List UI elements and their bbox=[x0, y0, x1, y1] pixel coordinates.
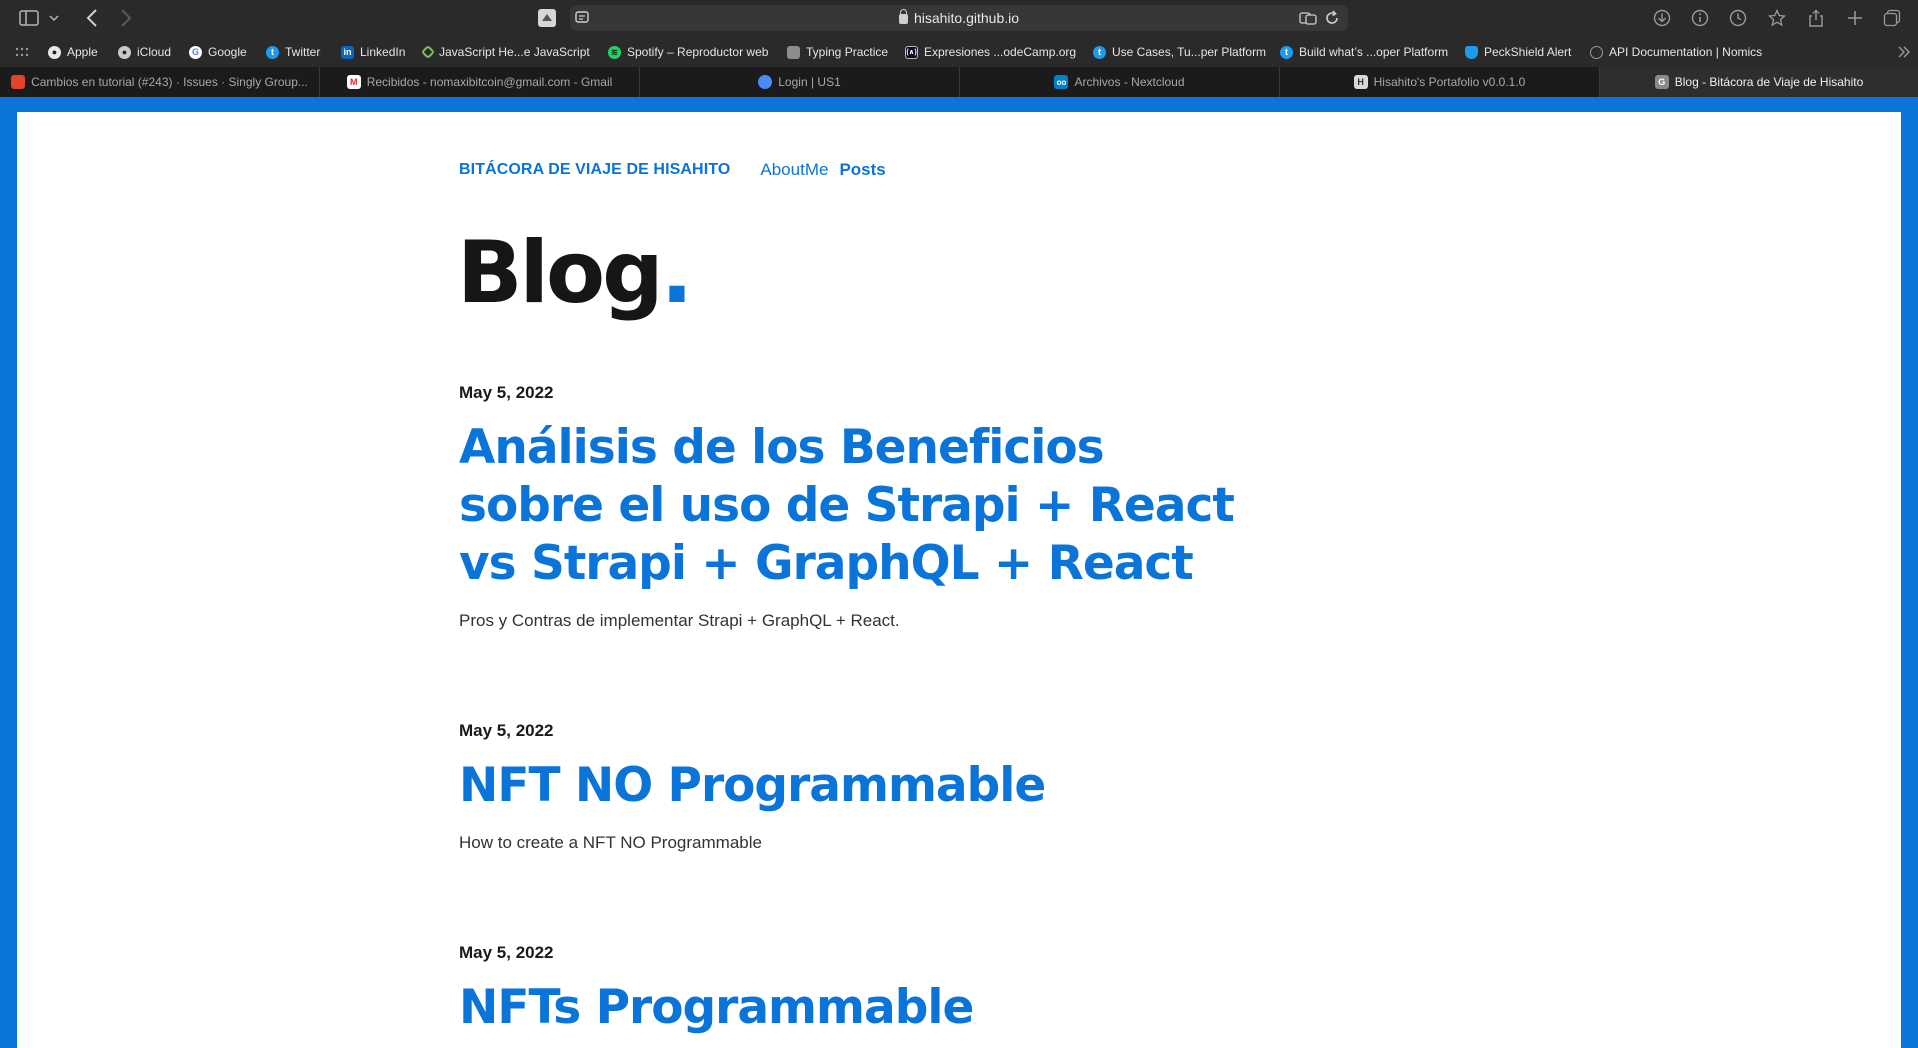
linkedin-icon: in bbox=[341, 45, 354, 59]
tab-label: Cambios en tutorial (#243) · Issues · Si… bbox=[31, 75, 308, 89]
bookmark-label: Use Cases, Tu...per Platform bbox=[1112, 45, 1267, 59]
tab-label: Recibidos - nomaxibitcoin@gmail.com - Gm… bbox=[366, 75, 613, 89]
bookmark-star-icon[interactable] bbox=[1767, 8, 1787, 28]
download-icon[interactable] bbox=[1652, 8, 1672, 28]
tab-gitlab-issues[interactable]: Cambios en tutorial (#243) · Issues · Si… bbox=[0, 67, 320, 97]
chevron-down-icon[interactable] bbox=[48, 8, 60, 28]
portfolio-icon: H bbox=[1353, 75, 1368, 89]
history-icon[interactable] bbox=[1728, 8, 1748, 28]
page-title: Blog. bbox=[457, 230, 693, 316]
bookmark-typing[interactable]: Typing Practice bbox=[787, 43, 888, 61]
bookmark-linkedin[interactable]: in LinkedIn bbox=[341, 43, 405, 61]
bookmark-label: Typing Practice bbox=[806, 45, 889, 59]
bookmark-nomics[interactable]: API Documentation | Nomics bbox=[1590, 43, 1762, 61]
post-description: Pros y Contras de implementar Strapi + G… bbox=[459, 611, 900, 630]
tab-label: Hisahito's Portafolio v0.0.1.0 bbox=[1373, 75, 1526, 89]
tab-nextcloud[interactable]: oo Archivos - Nextcloud bbox=[960, 67, 1280, 97]
page-title-dot: . bbox=[660, 223, 694, 323]
blog-icon: G bbox=[1654, 75, 1669, 89]
forward-icon[interactable] bbox=[116, 8, 136, 28]
twitter-icon: t bbox=[266, 45, 279, 59]
bookmark-twitter[interactable]: t Twitter bbox=[266, 43, 320, 61]
share-icon[interactable] bbox=[1806, 8, 1826, 28]
post-description: How to create a NFT NO Programmable bbox=[459, 833, 762, 852]
bookmark-google[interactable]: G Google bbox=[189, 43, 247, 61]
bookmark-label: Expresiones ...odeCamp.org bbox=[924, 45, 1077, 59]
bookmarks-bar: ● Apple ● iCloud G Google t Twitter in L… bbox=[0, 36, 1918, 67]
bookmark-javascript[interactable]: JavaScript He...e JavaScript bbox=[420, 43, 590, 61]
nextcloud-icon: oo bbox=[1054, 75, 1069, 89]
lock-icon bbox=[898, 9, 908, 24]
bookmark-label: PeckShield Alert bbox=[1484, 45, 1572, 59]
url-text[interactable]: hisahito.github.io bbox=[914, 10, 1019, 26]
nav-aboutme-link[interactable]: AboutMe bbox=[760, 160, 828, 180]
sidebar-toggle-icon[interactable] bbox=[19, 8, 39, 28]
shield-icon bbox=[1465, 45, 1478, 59]
bookmark-build[interactable]: t Build what’s ...oper Platform bbox=[1280, 43, 1448, 61]
browser-toolbar: hisahito.github.io bbox=[0, 0, 1918, 36]
post-date: May 5, 2022 bbox=[459, 383, 554, 402]
apple-icon: ● bbox=[48, 45, 61, 59]
tab-label: Archivos - Nextcloud bbox=[1074, 75, 1185, 89]
bookmark-label: Apple bbox=[67, 45, 98, 59]
site-nav: BITÁCORA DE VIAJE DE HISAHITO AboutMe Po… bbox=[459, 160, 886, 180]
post-item: May 5, 2022 Análisis de los Beneficios s… bbox=[459, 383, 1259, 631]
globe-icon bbox=[1590, 45, 1603, 59]
tab-overview-icon[interactable] bbox=[1882, 8, 1902, 28]
tab-label: Login | US1 bbox=[778, 75, 841, 89]
bookmark-label: Build what’s ...oper Platform bbox=[1299, 45, 1449, 59]
tab-blog[interactable]: G Blog - Bitácora de Viaje de Hisahito bbox=[1600, 67, 1918, 97]
tab-login[interactable]: Login | US1 bbox=[640, 67, 960, 97]
bookmark-label: LinkedIn bbox=[360, 45, 406, 59]
twitter-icon: t bbox=[1093, 45, 1106, 59]
bookmark-label: iCloud bbox=[137, 45, 172, 59]
post-date: May 5, 2022 bbox=[459, 943, 554, 962]
reload-icon[interactable] bbox=[1322, 8, 1342, 28]
apps-grid-icon[interactable] bbox=[12, 42, 32, 62]
bookmark-apple[interactable]: ● Apple bbox=[48, 43, 98, 61]
bookmark-use-cases[interactable]: t Use Cases, Tu...per Platform bbox=[1093, 43, 1266, 61]
bookmark-label: API Documentation | Nomics bbox=[1609, 45, 1763, 59]
page-title-text: Blog bbox=[457, 223, 664, 323]
login-icon bbox=[758, 75, 773, 89]
post-item: May 5, 2022 NFT NO Programmable How to c… bbox=[459, 721, 1259, 853]
gitlab-icon bbox=[11, 75, 26, 89]
info-icon[interactable] bbox=[1690, 8, 1710, 28]
tab-portfolio[interactable]: H Hisahito's Portafolio v0.0.1.0 bbox=[1280, 67, 1600, 97]
translate-icon[interactable] bbox=[1298, 8, 1318, 28]
bookmark-icloud[interactable]: ● iCloud bbox=[118, 43, 171, 61]
post-item: May 5, 2022 NFTs Programmable bbox=[459, 943, 1259, 1037]
back-icon[interactable] bbox=[82, 8, 102, 28]
tab-bar: Cambios en tutorial (#243) · Issues · Si… bbox=[0, 67, 1918, 97]
bookmark-peckshield[interactable]: PeckShield Alert bbox=[1465, 43, 1571, 61]
freecodecamp-icon: (∧) bbox=[905, 45, 918, 59]
bookmark-label: Google bbox=[208, 45, 247, 59]
bookmark-label: Twitter bbox=[285, 45, 321, 59]
page: BITÁCORA DE VIAJE DE HISAHITO AboutMe Po… bbox=[17, 112, 1901, 1048]
javascript-icon bbox=[420, 44, 436, 60]
spotify-icon: ≋ bbox=[608, 45, 621, 59]
nav-posts-link[interactable]: Posts bbox=[839, 160, 885, 180]
bookmark-spotify[interactable]: ≋ Spotify – Reproductor web bbox=[608, 43, 768, 61]
tab-gmail[interactable]: M Recibidos - nomaxibitcoin@gmail.com - … bbox=[320, 67, 640, 97]
typing-icon bbox=[787, 45, 800, 59]
google-icon: G bbox=[189, 45, 202, 59]
post-title-link[interactable]: Análisis de los Beneficios sobre el uso … bbox=[459, 419, 1259, 593]
site-favicon-icon bbox=[537, 8, 557, 28]
bookmark-label: JavaScript He...e JavaScript bbox=[439, 45, 590, 59]
bookmark-freecodecamp[interactable]: (∧) Expresiones ...odeCamp.org bbox=[905, 43, 1076, 61]
address-bar[interactable]: hisahito.github.io bbox=[570, 5, 1348, 31]
post-title-link[interactable]: NFTs Programmable bbox=[459, 979, 1259, 1037]
post-title-link[interactable]: NFT NO Programmable bbox=[459, 757, 1259, 815]
twitter-icon: t bbox=[1280, 45, 1293, 59]
gmail-icon: M bbox=[346, 75, 361, 89]
tab-label: Blog - Bitácora de Viaje de Hisahito bbox=[1674, 75, 1864, 89]
new-tab-icon[interactable] bbox=[1845, 8, 1865, 28]
apple-icon: ● bbox=[118, 45, 131, 59]
site-brand-link[interactable]: BITÁCORA DE VIAJE DE HISAHITO bbox=[459, 161, 730, 179]
chevron-right-double-icon[interactable] bbox=[1894, 42, 1914, 62]
bookmark-label: Spotify – Reproductor web bbox=[627, 45, 769, 59]
web-viewport: BITÁCORA DE VIAJE DE HISAHITO AboutMe Po… bbox=[0, 97, 1918, 1048]
post-date: May 5, 2022 bbox=[459, 721, 554, 740]
